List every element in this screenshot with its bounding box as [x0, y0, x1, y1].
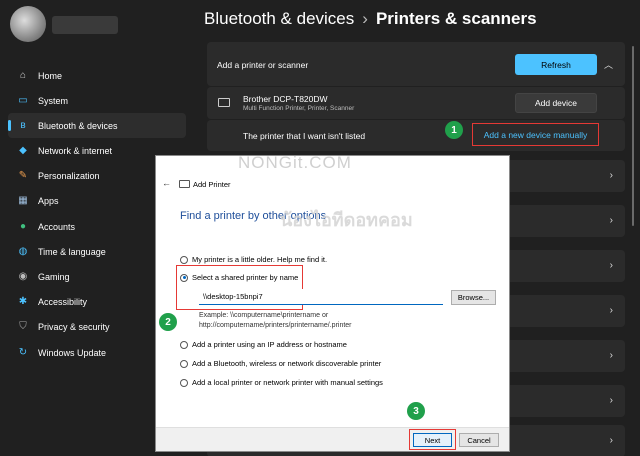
- wifi-icon: ◆: [19, 145, 27, 157]
- dialog-title: Add Printer: [193, 180, 231, 189]
- chevron-up-icon[interactable]: ︿: [604, 58, 613, 71]
- cancel-button[interactable]: Cancel: [459, 433, 499, 447]
- device-subtitle: Multi Function Printer, Printer, Scanner: [243, 105, 355, 112]
- device-row: Brother DCP-T820DW Multi Function Printe…: [207, 87, 625, 119]
- watermark: NONGit.COM: [238, 153, 352, 172]
- sidebar-item-label: System: [38, 95, 69, 106]
- next-button[interactable]: Next: [413, 433, 452, 447]
- radio-button-selected[interactable]: [180, 273, 188, 282]
- chevron-right-icon: ›: [609, 350, 613, 361]
- radio-button[interactable]: [180, 255, 188, 264]
- sidebar-item-label: Gaming: [38, 272, 70, 282]
- breadcrumb: Bluetooth & devices › Printers & scanners: [204, 9, 537, 29]
- option-local[interactable]: Add a local printer or network printer w…: [180, 378, 383, 387]
- radio-button[interactable]: [180, 359, 188, 368]
- sidebar-item-home[interactable]: ⌂ Home: [8, 63, 186, 88]
- device-name: Brother DCP-T820DW: [243, 94, 328, 104]
- add-printer-dialog: ← Add Printer Find a printer by other op…: [155, 155, 510, 452]
- option-older-printer[interactable]: My printer is a little older. Help me fi…: [180, 255, 327, 264]
- person-icon: ●: [19, 220, 27, 232]
- not-listed-row: The printer that I want isn't listed Add…: [207, 120, 625, 151]
- printer-icon: [179, 180, 190, 188]
- option-label: Select a shared printer by name: [192, 273, 299, 282]
- breadcrumb-separator: ›: [362, 9, 368, 28]
- option-label: My printer is a little older. Help me fi…: [192, 255, 328, 264]
- add-printer-panel: Add a printer or scanner Refresh ︿: [207, 42, 625, 86]
- sidebar-item-bluetooth-devices[interactable]: ʙ Bluetooth & devices: [8, 113, 186, 139]
- example-line: http://computername/printers/printername…: [199, 321, 352, 329]
- option-label: Add a local printer or network printer w…: [192, 378, 383, 387]
- page-title: Printers & scanners: [375, 9, 537, 28]
- breadcrumb-parent[interactable]: Bluetooth & devices: [204, 9, 354, 28]
- sidebar-item-label: Time & language: [38, 246, 106, 257]
- sidebar-item-label: Home: [38, 70, 63, 81]
- back-arrow-icon[interactable]: ←: [162, 178, 171, 188]
- gamepad-icon: ◉: [18, 271, 28, 282]
- avatar[interactable]: [10, 6, 46, 42]
- monitor-icon: ▭: [18, 94, 28, 106]
- option-ip-address[interactable]: Add a printer using an IP address or hos…: [180, 340, 347, 349]
- home-icon: ⌂: [19, 69, 27, 81]
- chevron-right-icon: ›: [609, 260, 613, 271]
- option-bluetooth[interactable]: Add a Bluetooth, wireless or network dis…: [180, 359, 381, 368]
- radio-button[interactable]: [180, 340, 188, 349]
- example-text: Example: \\computername\printername or h…: [199, 311, 352, 330]
- shared-printer-path-input[interactable]: [199, 289, 443, 305]
- sidebar-item-label: Personalization: [38, 171, 100, 182]
- sidebar-item-label: Windows Update: [38, 347, 107, 358]
- chevron-right-icon: ›: [609, 435, 613, 446]
- add-device-button[interactable]: Add device: [515, 93, 597, 113]
- add-device-manually-link[interactable]: Add a new device manually: [472, 123, 599, 146]
- brush-icon: ✎: [18, 170, 28, 182]
- step-badge-3: 3: [407, 402, 425, 420]
- sidebar-item-label: Privacy & security: [38, 322, 110, 333]
- step-badge-2: 2: [159, 313, 177, 331]
- chevron-right-icon: ›: [609, 170, 613, 181]
- sidebar-item-system[interactable]: ▭ System: [8, 88, 186, 113]
- sidebar-item-label: Accounts: [38, 221, 76, 232]
- watermark: น้องไอทีดอทคอม: [280, 210, 413, 230]
- bluetooth-icon: ʙ: [20, 119, 26, 131]
- example-line: Example: \\computername\printername or: [199, 312, 329, 319]
- account-name-blurred: [52, 16, 118, 34]
- shield-icon: ⛉: [19, 321, 27, 333]
- dialog-footer: Next Cancel: [156, 427, 509, 451]
- sidebar-item-label: Apps: [38, 196, 59, 207]
- sidebar-item-label: Accessibility: [38, 297, 88, 308]
- chevron-right-icon: ›: [609, 395, 613, 406]
- printer-icon: [218, 98, 230, 107]
- not-listed-label: The printer that I want isn't listed: [243, 131, 366, 141]
- option-label: Add a printer using an IP address or hos…: [192, 340, 347, 349]
- chevron-right-icon: ›: [609, 215, 613, 226]
- sidebar-item-label: Bluetooth & devices: [38, 120, 118, 131]
- sidebar-item-label: Network & internet: [38, 146, 113, 157]
- step-badge-1: 1: [445, 121, 463, 139]
- apps-icon: ▦: [18, 195, 28, 207]
- browse-button[interactable]: Browse...: [451, 290, 496, 305]
- accessibility-icon: ✱: [18, 296, 28, 308]
- globe-icon: ◍: [18, 245, 28, 257]
- chevron-right-icon: ›: [609, 305, 613, 316]
- option-shared-printer[interactable]: Select a shared printer by name: [180, 273, 298, 282]
- radio-button[interactable]: [180, 378, 188, 387]
- refresh-button[interactable]: Refresh: [515, 54, 597, 75]
- option-label: Add a Bluetooth, wireless or network dis…: [192, 359, 382, 368]
- scrollbar[interactable]: [632, 46, 634, 226]
- update-icon: ↻: [18, 346, 28, 358]
- add-printer-label: Add a printer or scanner: [217, 60, 309, 70]
